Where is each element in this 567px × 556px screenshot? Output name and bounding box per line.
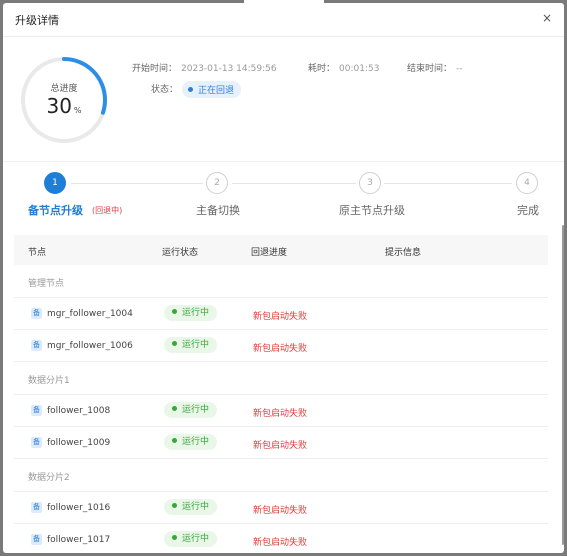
running-dot <box>172 309 177 314</box>
step-4-indicator: 4 <box>516 172 538 194</box>
step-connector <box>232 183 356 184</box>
column-header-run-status: 运行状态 <box>162 248 199 258</box>
standby-node-icon: 备 <box>31 340 42 351</box>
run-status-text: 运行中 <box>182 308 210 318</box>
upgrade-detail-dialog: 升级详情 × 总进度 30% 开始时间： 2023-01-13 14:59:56 … <box>3 3 564 553</box>
status-label: 状态： <box>151 85 179 95</box>
table-row[interactable]: 备 mgr_follower_1006 运行中 新包启动失败 <box>14 330 548 362</box>
run-status-text: 运行中 <box>182 534 210 544</box>
run-status-text: 运行中 <box>182 437 210 447</box>
step-connector <box>384 183 512 184</box>
start-time: 开始时间： 2023-01-13 14:59:56 <box>132 61 277 74</box>
step-1-status: (回退中) <box>92 206 123 215</box>
close-icon[interactable]: × <box>542 12 552 24</box>
rollback-progress: 新包启动失败 <box>253 344 308 354</box>
running-dot <box>172 535 177 540</box>
group-row: 数据分片2 <box>14 459 548 492</box>
progress-number: 30 <box>46 94 72 118</box>
rollback-progress: 新包启动失败 <box>253 441 308 451</box>
table-header: 节点 运行状态 回退进度 提示信息 <box>14 235 548 265</box>
start-time-value: 2023-01-13 14:59:56 <box>181 64 277 74</box>
group-row: 管理节点 <box>14 265 548 298</box>
end-time: 结束时间： -- <box>407 61 463 74</box>
step-connector <box>71 183 203 184</box>
run-status-text: 运行中 <box>182 340 210 350</box>
status-dot <box>188 87 194 92</box>
running-dot <box>172 503 177 508</box>
scrollbar[interactable] <box>562 225 564 545</box>
step-1-label: 备节点升级 <box>28 204 83 217</box>
node-name: follower_1016 <box>47 503 111 513</box>
status-text: 正在回退 <box>198 86 235 96</box>
step-4-label: 完成 <box>517 204 539 217</box>
running-dot <box>172 438 177 443</box>
rollback-progress: 新包启动失败 <box>253 409 308 419</box>
progress-label: 总进度 <box>50 84 78 94</box>
node-name: follower_1008 <box>47 406 111 416</box>
start-time-label: 开始时间： <box>132 64 178 74</box>
run-status-text: 运行中 <box>182 405 210 415</box>
run-status-badge: 运行中 <box>164 499 218 515</box>
step-3-indicator: 3 <box>359 172 381 194</box>
running-dot <box>172 406 177 411</box>
progress-unit: % <box>73 106 82 115</box>
standby-node-icon: 备 <box>31 502 42 513</box>
column-header-rollback-progress: 回退进度 <box>251 248 288 258</box>
dialog-title: 升级详情 <box>15 14 59 27</box>
running-dot <box>172 341 177 346</box>
table-body: 管理节点备 mgr_follower_1004 运行中 新包启动失败备 mgr_foll… <box>14 265 548 553</box>
table-row[interactable]: 备 follower_1017 运行中 新包启动失败 <box>14 524 548 553</box>
step-2-label: 主备切换 <box>196 204 240 217</box>
standby-node-icon: 备 <box>31 534 42 545</box>
run-status-text: 运行中 <box>182 502 210 512</box>
run-status-badge: 运行中 <box>164 305 218 321</box>
node-name: mgr_follower_1006 <box>47 341 133 351</box>
elapsed-time: 耗时： 00:01:53 <box>308 61 379 74</box>
status-badge: 正在回退 <box>182 81 242 98</box>
group-label: 数据分片2 <box>28 473 70 483</box>
node-name: follower_1017 <box>47 535 111 545</box>
rollback-progress: 新包启动失败 <box>253 312 308 322</box>
end-time-label: 结束时间： <box>407 64 453 74</box>
standby-node-icon: 备 <box>31 308 42 319</box>
standby-node-icon: 备 <box>31 437 42 448</box>
rollback-progress: 新包启动失败 <box>253 538 308 548</box>
group-label: 数据分片1 <box>28 376 70 386</box>
column-header-node: 节点 <box>28 248 47 258</box>
end-time-value: -- <box>456 64 463 74</box>
step-3-label: 原主节点升级 <box>339 204 405 217</box>
node-table: 节点 运行状态 回退进度 提示信息 管理节点备 mgr_follower_1004… <box>14 235 548 553</box>
run-status-badge: 运行中 <box>164 337 218 353</box>
group-label: 管理节点 <box>28 279 65 289</box>
table-row[interactable]: 备 follower_1016 运行中 新包启动失败 <box>14 492 548 524</box>
group-row: 数据分片1 <box>14 362 548 395</box>
progress-value: 30% <box>19 94 109 118</box>
node-name: mgr_follower_1004 <box>47 309 133 319</box>
column-header-hint: 提示信息 <box>385 248 422 258</box>
table-row[interactable]: 备 follower_1008 运行中 新包启动失败 <box>14 395 548 427</box>
status-row: 状态： 正在回退 <box>151 81 242 98</box>
step-2-indicator: 2 <box>206 172 228 194</box>
table-row[interactable]: 备 mgr_follower_1004 运行中 新包启动失败 <box>14 298 548 330</box>
node-name: follower_1009 <box>47 438 111 448</box>
elapsed-label: 耗时： <box>308 64 336 74</box>
run-status-badge: 运行中 <box>164 402 218 418</box>
run-status-badge: 运行中 <box>164 434 218 450</box>
standby-node-icon: 备 <box>31 405 42 416</box>
elapsed-value: 00:01:53 <box>339 64 380 74</box>
step-1-indicator: 1 <box>44 172 66 194</box>
upgrade-steps: 1 2 3 4 备节点升级 (回退中) 主备切换 原主节点升级 完成 <box>3 161 564 222</box>
dialog-header: 升级详情 × <box>3 3 564 37</box>
rollback-progress: 新包启动失败 <box>253 506 308 516</box>
table-row[interactable]: 备 follower_1009 运行中 新包启动失败 <box>14 427 548 459</box>
run-status-badge: 运行中 <box>164 531 218 547</box>
